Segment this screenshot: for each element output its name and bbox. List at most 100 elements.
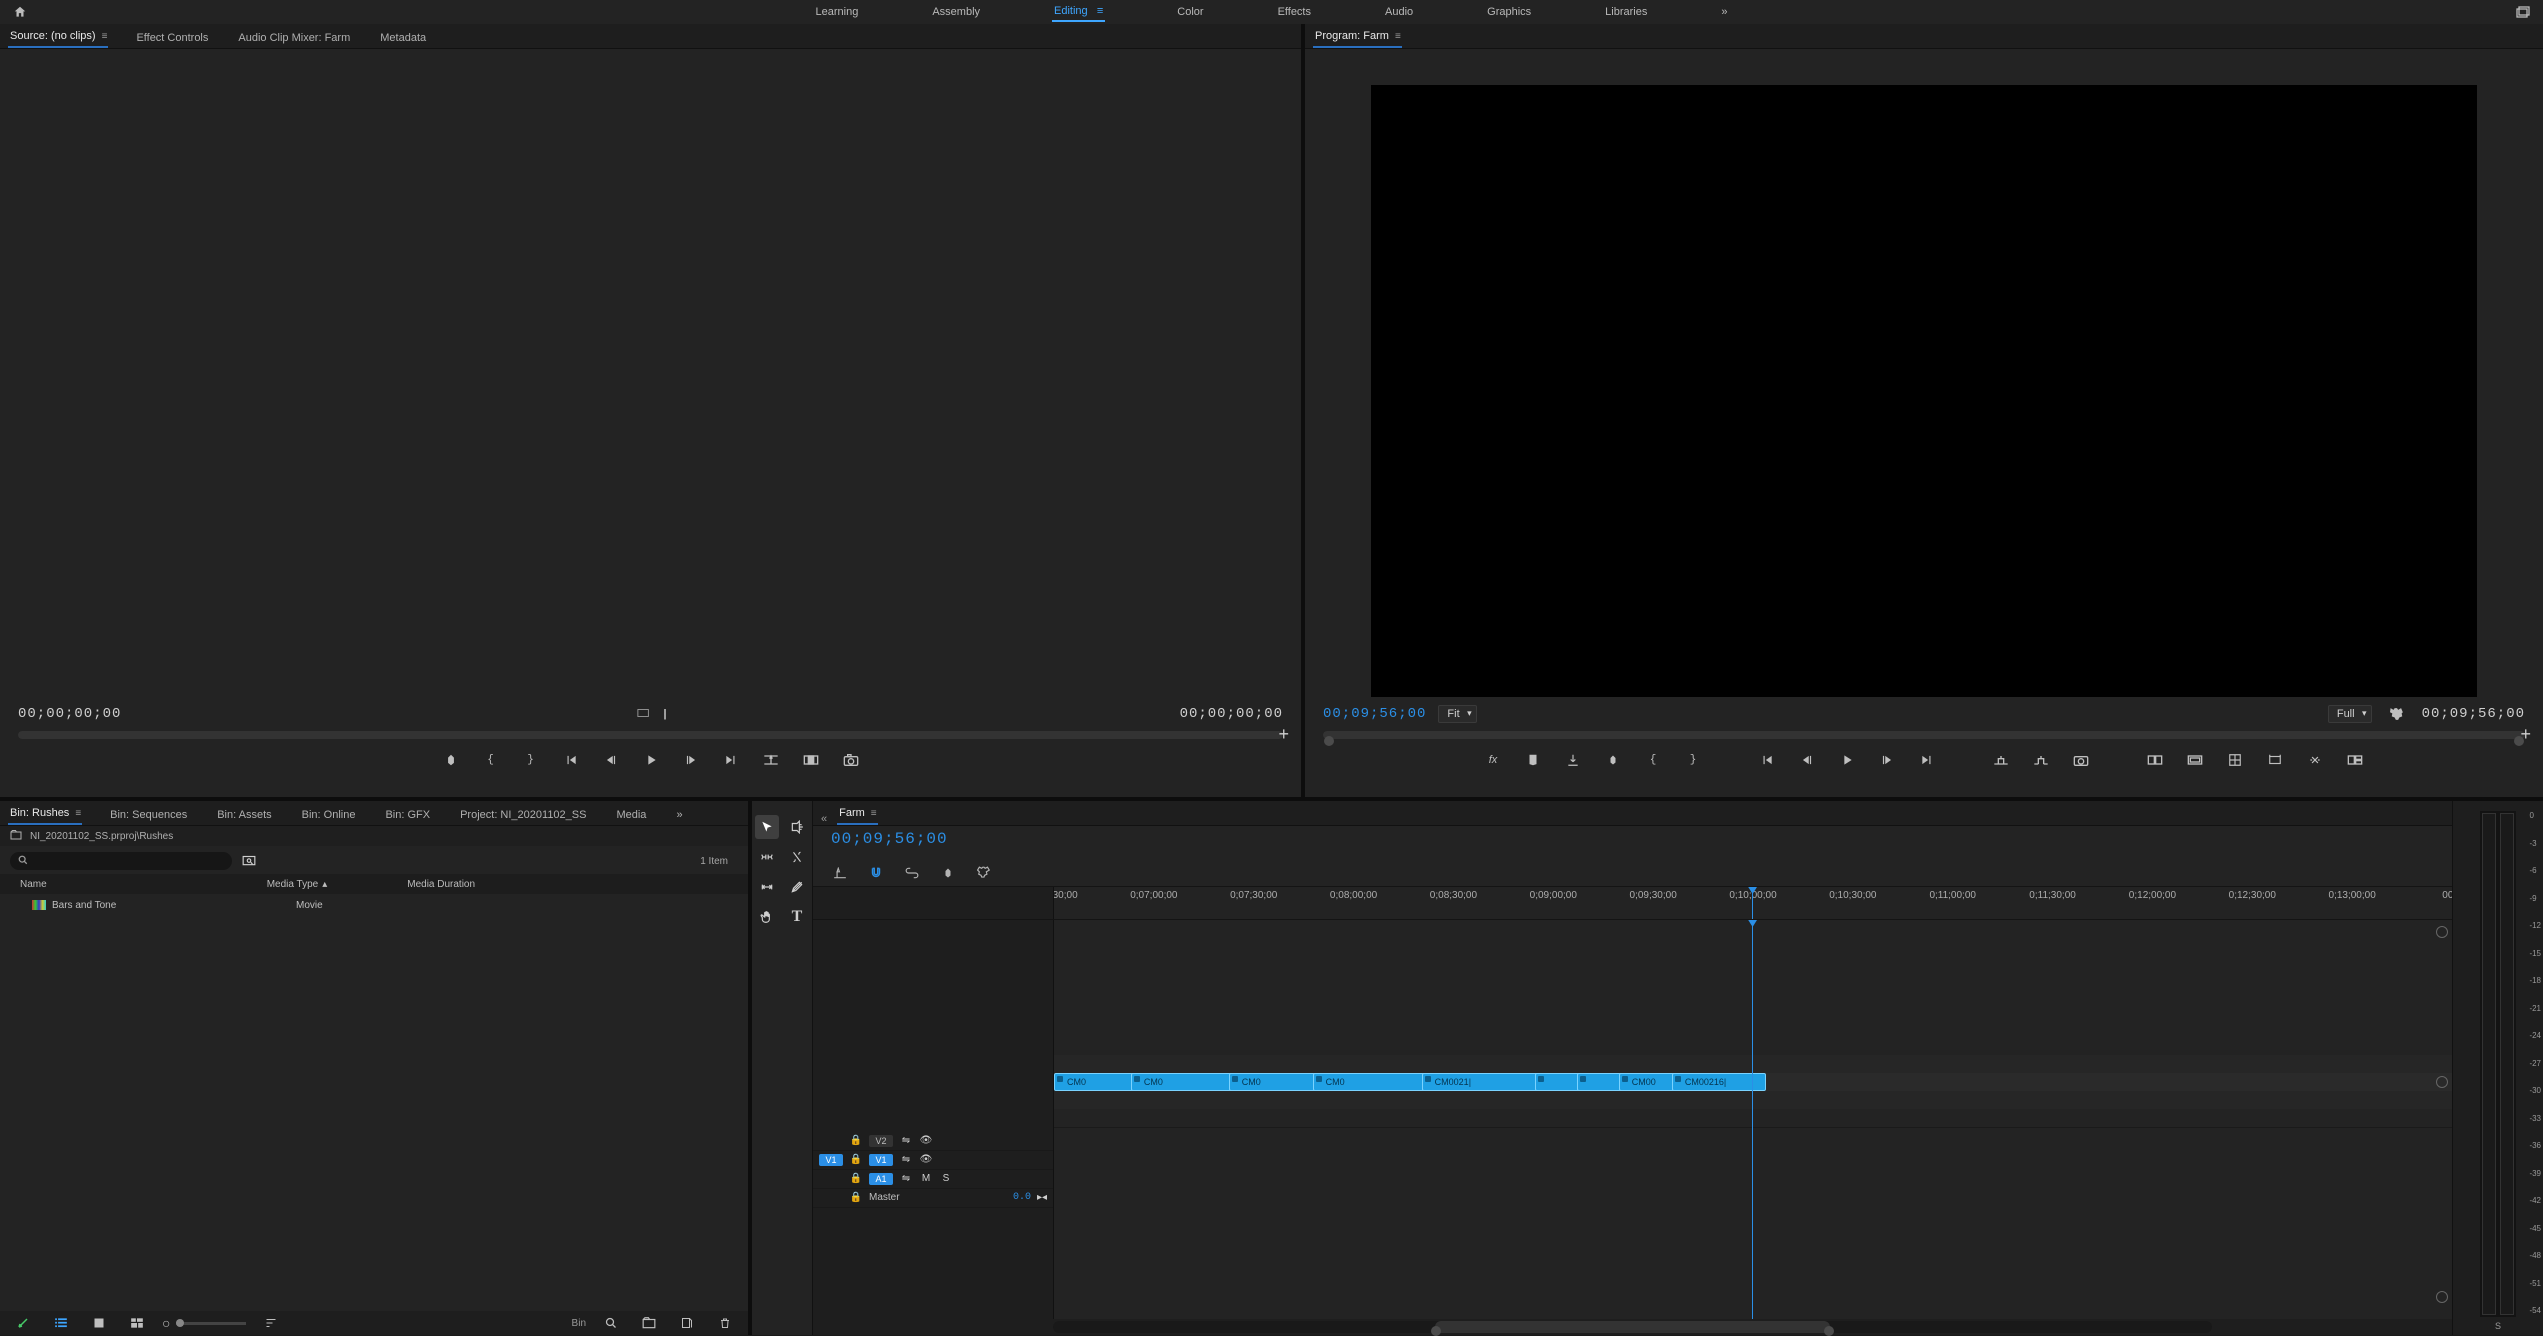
- audio-meter[interactable]: [2480, 811, 2516, 1317]
- tab-project-root[interactable]: Project: NI_20201102_SS: [458, 805, 588, 825]
- tab-sequence-farm[interactable]: Farm ≡: [837, 803, 878, 825]
- v1-source-patch[interactable]: V1: [819, 1154, 843, 1166]
- tab-audio-clip-mixer[interactable]: Audio Clip Mixer: Farm: [236, 28, 352, 48]
- a1-sync-lock-icon[interactable]: ⇋: [899, 1173, 913, 1184]
- mark-in-button[interactable]: {: [478, 747, 504, 773]
- master-level[interactable]: 0.0: [1013, 1192, 1031, 1203]
- timeline-timecode[interactable]: 00;09;56;00: [831, 830, 948, 848]
- ripple-edit-tool[interactable]: [755, 845, 779, 869]
- selection-tool[interactable]: [755, 815, 779, 839]
- prog-mark-out-button[interactable]: }: [1680, 747, 1706, 773]
- titlebar-max-icon[interactable]: [2503, 6, 2543, 18]
- program-viewer[interactable]: [1371, 85, 2477, 697]
- insert-button[interactable]: [758, 747, 784, 773]
- linked-selection-toggle[interactable]: [903, 864, 921, 882]
- playhead[interactable]: [1752, 920, 1753, 1319]
- insert-mode-toggle[interactable]: [831, 864, 849, 882]
- tab-bin-rushes[interactable]: Bin: Rushes ≡: [8, 803, 82, 825]
- track-lane-a1[interactable]: [1054, 1091, 2452, 1110]
- icon-view-icon[interactable]: [86, 1310, 112, 1336]
- source-timecode-left[interactable]: 00;00;00;00: [18, 706, 121, 722]
- tab-bin-assets[interactable]: Bin: Assets: [215, 805, 273, 825]
- program-settings-icon[interactable]: [2384, 701, 2410, 727]
- v2-target-toggle[interactable]: V2: [869, 1135, 893, 1147]
- zoom-handle-left[interactable]: [1324, 736, 1334, 746]
- program-zoom-scroll[interactable]: [1323, 731, 2525, 739]
- a1-mute-button[interactable]: M: [919, 1173, 933, 1184]
- program-button-editor-icon[interactable]: +: [2520, 724, 2531, 745]
- workspace-learning[interactable]: Learning: [814, 3, 861, 21]
- prog-toggle-trim-button[interactable]: [2262, 747, 2288, 773]
- workspace-assembly[interactable]: Assembly: [930, 3, 982, 21]
- playhead-ruler[interactable]: [1752, 887, 1753, 919]
- step-forward-button[interactable]: [678, 747, 704, 773]
- col-media-type[interactable]: Media Type ▴: [267, 879, 328, 890]
- timeline-clip[interactable]: CM0: [1229, 1073, 1327, 1091]
- slip-tool[interactable]: [755, 875, 779, 899]
- list-view-icon[interactable]: [48, 1310, 74, 1336]
- tab-bin-gfx[interactable]: Bin: GFX: [383, 805, 432, 825]
- step-back-button[interactable]: [598, 747, 624, 773]
- prog-multicamera-button[interactable]: [2342, 747, 2368, 773]
- project-search-field[interactable]: [34, 855, 224, 868]
- rw-toggle-icon[interactable]: [10, 1310, 36, 1336]
- prog-camera-button[interactable]: [2068, 747, 2094, 773]
- thumbnail-size-slider[interactable]: ○: [162, 1315, 246, 1331]
- prog-go-to-out-button[interactable]: [1914, 747, 1940, 773]
- list-item[interactable]: Bars and Tone Movie: [10, 896, 738, 914]
- play-button[interactable]: [638, 747, 664, 773]
- prog-lift-button[interactable]: [1988, 747, 2014, 773]
- project-overflow-icon[interactable]: »: [674, 805, 684, 825]
- a1-target-toggle[interactable]: A1: [869, 1173, 893, 1185]
- v2-sync-lock-icon[interactable]: ⇋: [899, 1135, 913, 1146]
- source-button-editor-icon[interactable]: +: [1278, 724, 1289, 745]
- prog-go-to-in-button[interactable]: [1754, 747, 1780, 773]
- track-header-v2[interactable]: 🔒 V2 ⇋ 👁: [813, 1132, 1053, 1151]
- program-timecode-left[interactable]: 00;09;56;00: [1323, 706, 1426, 722]
- v1-sync-lock-icon[interactable]: ⇋: [899, 1154, 913, 1165]
- go-to-out-button[interactable]: [718, 747, 744, 773]
- a1-solo-button[interactable]: S: [939, 1173, 953, 1184]
- v2-lock-icon[interactable]: 🔒: [849, 1135, 863, 1146]
- tab-source-menu-icon[interactable]: ≡: [102, 31, 107, 42]
- delete-icon[interactable]: [712, 1310, 738, 1336]
- program-zoom-select[interactable]: Fit ▾: [1438, 705, 1476, 723]
- v1-target-toggle[interactable]: V1: [869, 1154, 893, 1166]
- prog-marker-button[interactable]: [1600, 747, 1626, 773]
- prog-step-forward-button[interactable]: [1874, 747, 1900, 773]
- v1-lock-icon[interactable]: 🔒: [849, 1154, 863, 1165]
- new-bin-icon[interactable]: [636, 1310, 662, 1336]
- new-item-icon[interactable]: [674, 1310, 700, 1336]
- workspace-audio[interactable]: Audio: [1383, 3, 1415, 21]
- track-lane-v1[interactable]: CM0CM0CM0CM0CM0021|CM00CM00216|: [1054, 1073, 2452, 1092]
- master-lock-icon[interactable]: 🔒: [849, 1192, 863, 1203]
- freeform-view-icon[interactable]: [124, 1310, 150, 1336]
- track-header-a1[interactable]: 🔒 A1 ⇋ M S: [813, 1170, 1053, 1189]
- prog-safe-margins-button[interactable]: [2182, 747, 2208, 773]
- solo-indicator[interactable]: S: [2495, 1317, 2501, 1335]
- type-tool[interactable]: T: [785, 905, 809, 929]
- v2-source-patch[interactable]: [819, 1135, 843, 1147]
- add-marker-timeline-button[interactable]: [939, 864, 957, 882]
- master-collapse-icon[interactable]: ▸◂: [1037, 1192, 1047, 1203]
- tab-effect-controls[interactable]: Effect Controls: [134, 28, 210, 48]
- v1-eye-icon[interactable]: 👁: [919, 1154, 933, 1165]
- tab-source[interactable]: Source: (no clips) ≡: [8, 26, 108, 48]
- workspace-editing-menu-icon[interactable]: ≡: [1091, 5, 1104, 17]
- home-icon[interactable]: [0, 0, 40, 24]
- col-name[interactable]: Name: [20, 879, 47, 890]
- prog-toggle-vr-button[interactable]: [2302, 747, 2328, 773]
- tab-metadata[interactable]: Metadata: [378, 28, 428, 48]
- track-header-v1[interactable]: V1 🔒 V1 ⇋ 👁: [813, 1151, 1053, 1170]
- timeline-clip[interactable]: CM0: [1131, 1073, 1243, 1091]
- pen-tool[interactable]: [785, 875, 809, 899]
- tab-program-menu-icon[interactable]: ≡: [1395, 31, 1400, 42]
- timeline-settings-button[interactable]: [975, 864, 993, 882]
- prog-toggle-proxies-button[interactable]: [2222, 747, 2248, 773]
- prog-add-marker-button[interactable]: [1520, 747, 1546, 773]
- track-lane-master[interactable]: [1054, 1109, 2452, 1128]
- sort-icon[interactable]: [258, 1310, 284, 1336]
- snap-toggle[interactable]: [867, 864, 885, 882]
- source-timecode-right[interactable]: 00;00;00;00: [1180, 706, 1283, 722]
- col-media-duration[interactable]: Media Duration: [407, 879, 475, 890]
